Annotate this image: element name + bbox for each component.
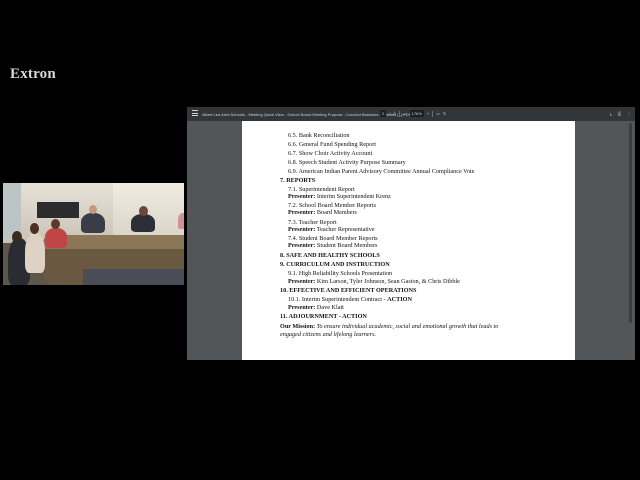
mission-statement: Our Mission: To ensure individual academ… [280,323,499,330]
agenda-item-6-9: 6.9. American Indian Parent Advisory Com… [288,168,475,175]
meeting-video-feed [3,183,184,285]
download-icon[interactable]: ⤓ [610,110,612,117]
agenda-item-6-6: 6.6. General Fund Spending Report [288,141,376,148]
page-controls: 2 / 2 — 176% + ▭ ↻ [380,110,446,117]
zoom-input[interactable]: 176% [409,110,424,117]
extron-logo: Extron [10,66,56,82]
page-total: 2 [393,111,396,116]
presenter-line: Presenter: Kim Larson, Tyler Johnson, Se… [288,278,460,285]
agenda-item-6-7: 6.7. Show Choir Activity Account [288,150,373,157]
vertical-scrollbar[interactable] [629,123,632,323]
section-heading-reports: 7. REPORTS [280,177,316,184]
agenda-item-6-5: 6.5. Bank Reconciliation [288,132,350,139]
rotate-icon[interactable]: ↻ [443,110,446,117]
zoom-out-button[interactable]: — [403,110,407,117]
mission-statement-continued: engaged citizens and lifelong learners. [280,331,377,338]
agenda-item-10-1: 10.1. Interim Superintendent Contract - … [288,296,412,303]
presenter-line: Presenter: Student Board Members [288,242,378,249]
presenter-line: Presenter: Teacher Representative [288,226,375,233]
section-heading-safe-schools: 8. SAFE AND HEALTHY SCHOOLS [280,252,380,259]
toolbar-actions: ⤓ ⎙ ⋮ [610,110,631,117]
presenter-line: Presenter: Dave Klatt [288,304,344,311]
page-separator: / [389,111,391,116]
zoom-in-button[interactable]: + [427,110,429,117]
agenda-item-7-4: 7.4. Student Board Member Reports [288,235,378,242]
section-heading-curriculum: 9. CURRICULUM AND INSTRUCTION [280,261,390,268]
agenda-item-7-2: 7.2. School Board Member Reports [288,202,376,209]
section-heading-adjournment: 11. ADJOURNMENT - ACTION [280,313,367,320]
fit-page-icon[interactable]: ▭ [436,110,440,117]
pdf-toolbar: Albert Lea Area Schools - Meeting Quick … [187,107,635,121]
menu-icon[interactable] [192,110,198,117]
agenda-item-6-8: 6.8. Speech Student Activity Purpose Sum… [288,159,406,166]
pdf-viewer: Albert Lea Area Schools - Meeting Quick … [187,107,635,360]
print-icon[interactable]: ⎙ [618,110,621,117]
presenter-line: Presenter: Interim Superintendent Krenz [288,193,391,200]
section-heading-operations: 10. EFFECTIVE AND EFFICIENT OPERATIONS [280,287,417,294]
page-number-input[interactable]: 2 [380,110,387,117]
presenter-line: Presenter: Board Members [288,209,357,216]
pdf-page: 6.5. Bank Reconciliation 6.6. General Fu… [242,121,575,360]
agenda-item-7-1: 7.1. Superintendent Report [288,186,355,193]
agenda-item-7-3: 7.3. Teacher Report [288,219,337,226]
agenda-item-9-1: 9.1. High Reliability Schools Presentati… [288,270,393,277]
more-options-icon[interactable]: ⋮ [627,110,631,117]
